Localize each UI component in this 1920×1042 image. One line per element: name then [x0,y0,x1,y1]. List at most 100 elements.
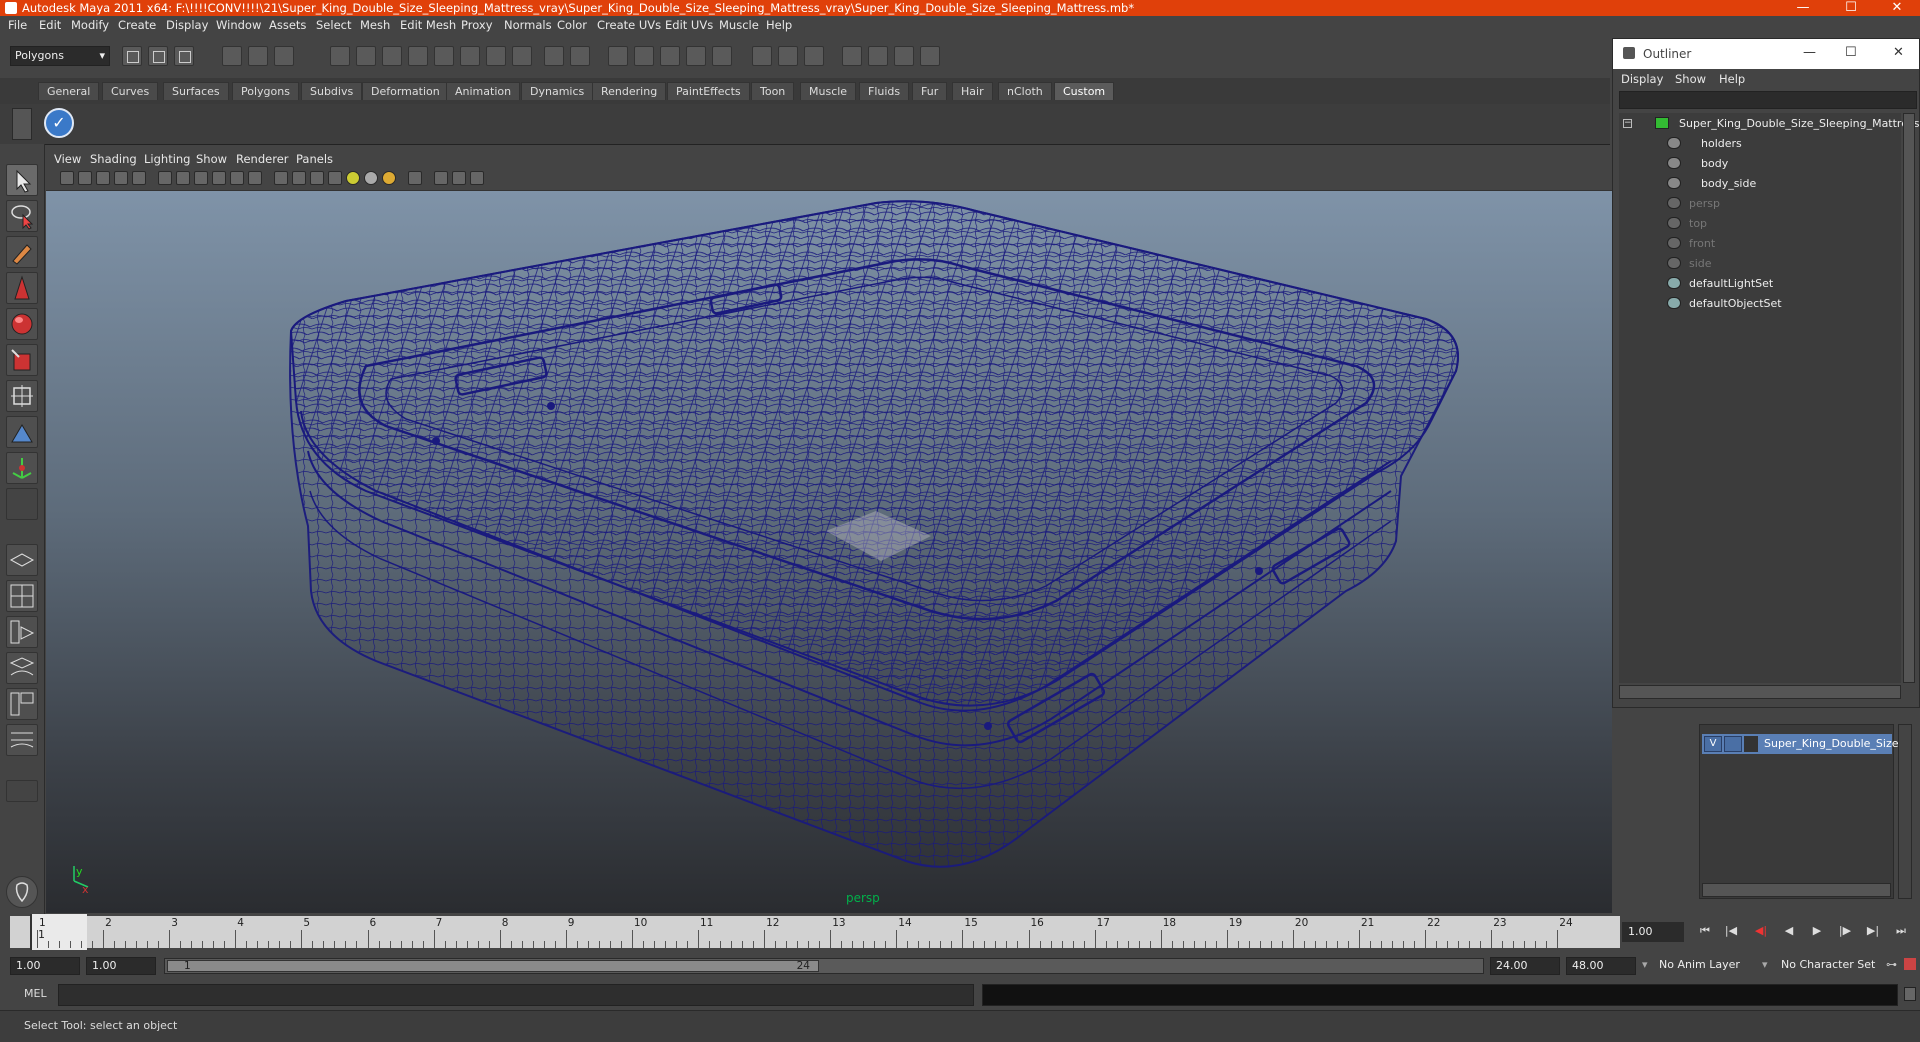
paint-select-tool-icon[interactable] [6,236,38,268]
select-dynamics-icon[interactable] [460,46,480,66]
hypershade-layout-icon[interactable] [6,688,38,720]
open-scene-icon[interactable] [148,46,168,66]
save-scene-icon[interactable] [174,46,194,66]
menu-display[interactable]: Display [166,18,208,32]
viewport-menu-renderer[interactable]: Renderer [236,152,289,166]
film-gate-icon[interactable] [158,171,172,185]
new-scene-icon[interactable] [122,46,142,66]
safe-title-icon[interactable] [248,171,262,185]
go-to-start-button[interactable]: ⏮ [1696,924,1714,940]
output-ops-icon[interactable] [778,46,798,66]
select-handles-icon[interactable] [330,46,350,66]
outliner-vertical-scrollbar[interactable] [1903,113,1915,683]
lasso-tool-icon[interactable] [6,200,38,232]
scale-tool-icon[interactable] [6,344,38,376]
persp-graph-layout-icon[interactable] [6,652,38,684]
xray-joints-icon[interactable] [452,171,466,185]
resolution-gate-icon[interactable] [176,171,190,185]
end-time-field[interactable]: 48.00 [1566,957,1636,975]
outliner-menu-show[interactable]: Show [1675,72,1706,86]
perspective-viewport[interactable]: y x persp [46,191,1612,913]
snap-plane-icon[interactable] [686,46,706,66]
bookmarks-icon[interactable] [96,171,110,185]
outliner-item-side[interactable]: side [1689,257,1712,270]
select-surfaces-icon[interactable] [408,46,428,66]
tab-general[interactable]: General [38,82,100,100]
layer-visibility-toggle[interactable]: V [1704,736,1722,752]
question-icon[interactable] [512,46,532,66]
menu-select[interactable]: Select [316,18,351,32]
character-set-dropdown[interactable]: No Character Set [1776,957,1884,975]
tab-painteffects[interactable]: PaintEffects [667,82,750,100]
tab-ncloth[interactable]: nCloth [998,82,1052,100]
chevron-down-icon[interactable]: ▾ [1642,958,1648,971]
textured-icon[interactable] [328,171,342,185]
collapse-icon[interactable] [6,780,38,802]
tab-surfaces[interactable]: Surfaces [163,82,229,100]
layer-row[interactable]: V Super_King_Double_Size [1702,734,1899,754]
current-frame-field[interactable]: 1.00 [1622,922,1684,942]
outliner-item-body-side[interactable]: body_side [1701,177,1756,190]
close-button[interactable]: ✕ [1874,0,1920,16]
menu-file[interactable]: File [8,18,27,32]
collapse-toggle-icon[interactable]: − [1623,119,1632,128]
shelf-menu-icon[interactable] [12,108,32,140]
outliner-item-persp[interactable]: persp [1689,197,1720,210]
outliner-horizontal-scrollbar[interactable] [1619,685,1901,699]
select-object-icon[interactable] [248,46,268,66]
maximize-button[interactable]: ☐ [1828,0,1874,16]
make-live-icon[interactable] [712,46,732,66]
render-settings-icon[interactable] [920,46,940,66]
last-tool-icon[interactable] [6,488,38,520]
step-forward-key-button[interactable]: ▶| [1864,924,1882,940]
select-tool-icon[interactable] [6,164,38,196]
select-component-icon[interactable] [274,46,294,66]
grid-toggle-icon[interactable] [132,171,146,185]
four-view-layout-icon[interactable] [6,580,38,612]
tab-toon[interactable]: Toon [751,82,795,100]
render-view-icon[interactable] [842,46,862,66]
tab-hair[interactable]: Hair [952,82,993,100]
construction-history-icon[interactable] [804,46,824,66]
step-back-key-button[interactable]: |◀ [1722,924,1740,940]
viewport-menu-lighting[interactable]: Lighting [144,152,190,166]
soft-modification-icon[interactable] [6,416,38,448]
outliner-item-default-light-set[interactable]: defaultLightSet [1689,277,1773,290]
menu-edit-uvs[interactable]: Edit UVs [665,18,713,32]
layer-color-swatch[interactable] [1744,736,1758,752]
chevron-down-icon[interactable]: ▾ [1762,958,1768,971]
single-perspective-layout-icon[interactable] [6,544,38,576]
graph-layout-icon[interactable] [6,724,38,756]
anim-layer-dropdown[interactable]: No Anim Layer [1654,957,1762,975]
select-deformations-icon[interactable] [434,46,454,66]
menu-help[interactable]: Help [766,18,792,32]
safe-action-icon[interactable] [230,171,244,185]
menu-modify[interactable]: Modify [71,18,109,32]
menu-proxy[interactable]: Proxy [461,18,493,32]
tab-polygons[interactable]: Polygons [232,82,299,100]
select-hierarchy-icon[interactable] [222,46,242,66]
snap-grid-icon[interactable] [608,46,628,66]
highlight-selection-icon[interactable] [570,46,590,66]
menu-window[interactable]: Window [216,18,261,32]
outliner-maximize-button[interactable]: ☐ [1845,45,1857,60]
input-ops-icon[interactable] [752,46,772,66]
universal-manipulator-icon[interactable] [6,380,38,412]
layer-horizontal-scrollbar[interactable] [1702,883,1891,897]
move-tool-icon[interactable] [6,272,38,304]
render-frame-icon[interactable] [868,46,888,66]
image-plane-icon[interactable] [114,171,128,185]
go-to-end-button[interactable]: ⏭ [1892,924,1910,940]
key-icon[interactable]: ⊶ [1886,958,1897,971]
outliner-item-body[interactable]: body [1701,157,1728,170]
outliner-search-input[interactable] [1619,91,1917,109]
outliner-close-button[interactable]: ✕ [1893,45,1904,60]
tab-curves[interactable]: Curves [102,82,159,100]
select-rendering-icon[interactable] [486,46,506,66]
gate-mask-icon[interactable] [194,171,208,185]
isolate-select-icon[interactable] [408,171,422,185]
smooth-shade-icon[interactable] [292,171,306,185]
xray-icon[interactable] [434,171,448,185]
default-lighting-icon[interactable] [346,171,360,185]
check-icon[interactable]: ✓ [44,108,74,138]
